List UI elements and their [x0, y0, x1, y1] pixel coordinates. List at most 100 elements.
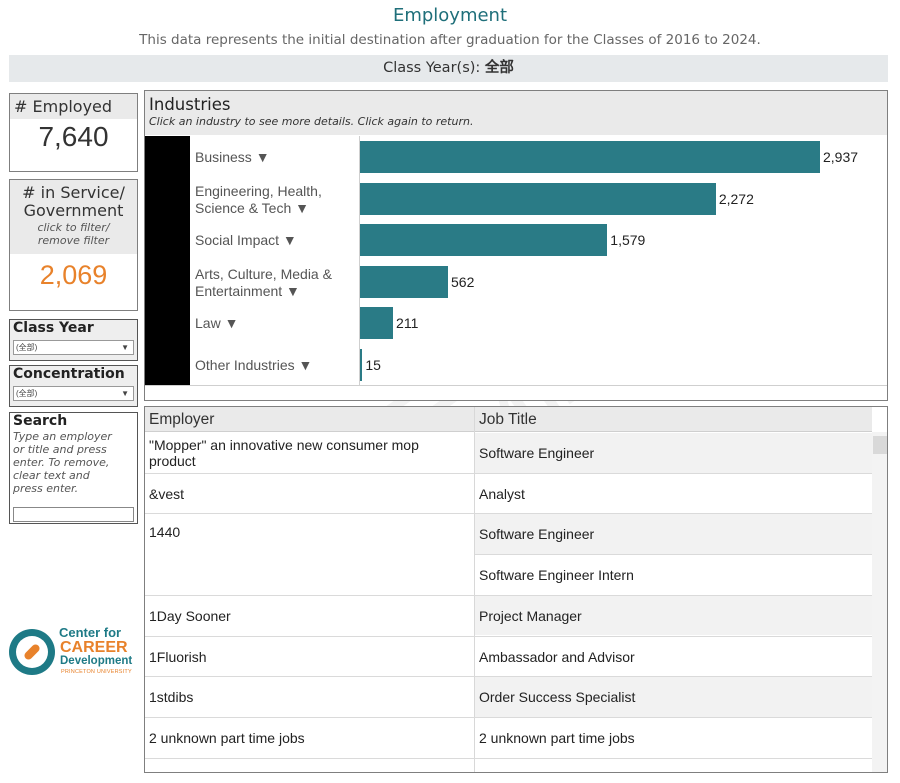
- search-hint: Type an employer or title and press ente…: [10, 430, 137, 495]
- employer-table: Employer Job Title "Mopper" an innovativ…: [144, 406, 888, 773]
- industry-bar[interactable]: [360, 224, 608, 256]
- employer-cell[interactable]: 1Day Sooner: [149, 608, 231, 624]
- industry-bar[interactable]: [360, 265, 449, 298]
- industry-label-line1: Business ▼: [195, 149, 270, 165]
- search-hint-line: press enter.: [13, 482, 79, 495]
- logo-line2: CAREER: [60, 639, 128, 656]
- industries-bottom-line: [145, 385, 887, 386]
- industry-bar-value: 15: [365, 356, 381, 373]
- concentration-select-value: (全部): [16, 389, 38, 398]
- job-title-cell[interactable]: Analyst: [479, 486, 525, 502]
- industries-hint: Click an industry to see more details. C…: [149, 115, 474, 128]
- industry-bar-value: 211: [396, 315, 419, 331]
- search-hint-line: clear text and: [13, 469, 90, 482]
- class-year-banner-label: Class Year(s):: [383, 60, 485, 76]
- industry-label-line1: Other Industries ▼: [195, 356, 313, 373]
- job-title-column-header[interactable]: Job Title: [479, 411, 537, 429]
- chevron-down-icon: ▼: [121, 389, 129, 398]
- concentration-filter-title: Concentration: [13, 366, 125, 382]
- employer-cell[interactable]: 1Fluorish: [149, 649, 207, 665]
- service-kpi-hint-line1: click to filter/: [37, 221, 110, 234]
- career-center-logo: Center for CAREER Development PRINCETON …: [9, 626, 139, 678]
- service-kpi-hint-line2: remove filter: [37, 234, 110, 247]
- industry-label[interactable]: Arts, Culture, Media & Entertainment ▼: [195, 266, 332, 300]
- scrollbar-thumb[interactable]: [873, 436, 887, 454]
- job-title-cell[interactable]: Order Success Specialist: [479, 689, 635, 705]
- employer-cell-line1: 1Fluorish: [149, 648, 207, 665]
- employed-kpi: # Employed 7,640: [9, 93, 138, 172]
- employer-cell[interactable]: 1stdibs: [149, 689, 193, 705]
- search-panel: Search Type an employer or title and pre…: [9, 412, 138, 524]
- employed-kpi-label: # Employed: [10, 94, 137, 119]
- job-title-cell[interactable]: Software Engineer: [479, 445, 594, 461]
- service-kpi-label: # in Service/ Government click to filter…: [10, 180, 137, 254]
- job-title-cell[interactable]: Software Engineer Intern: [479, 567, 634, 583]
- employer-cell[interactable]: &vest: [149, 486, 184, 502]
- table-header: Employer Job Title: [145, 407, 872, 432]
- employer-column-header[interactable]: Employer: [149, 411, 214, 429]
- industry-label-line2: Science & Tech ▼: [195, 199, 309, 216]
- search-hint-line: enter. To remove,: [13, 456, 110, 469]
- service-kpi-label-line2: Government: [23, 201, 124, 220]
- industry-label[interactable]: Business ▼: [195, 149, 270, 166]
- industry-bar[interactable]: [360, 141, 820, 173]
- service-kpi-value[interactable]: 2,069: [10, 260, 137, 291]
- job-title-cell[interactable]: Software Engineer: [479, 526, 594, 542]
- logo-line1: Center for: [59, 625, 122, 640]
- industry-label[interactable]: Other Industries ▼: [195, 357, 312, 374]
- industry-bar[interactable]: [360, 182, 716, 215]
- employed-kpi-value: 7,640: [38, 121, 109, 152]
- class-year-banner: Class Year(s): 全部: [9, 55, 888, 82]
- job-title-cell[interactable]: 2 unknown part time jobs: [479, 730, 635, 746]
- industry-bar-value: 1,579: [610, 232, 646, 248]
- employer-cell-line2: product: [149, 453, 196, 469]
- employer-cell[interactable]: 2 unknown part time jobs: [149, 730, 305, 746]
- concentration-filter: Concentration (全部) ▼: [9, 365, 138, 407]
- page-title: Employment: [392, 5, 508, 26]
- industries-title: Industries: [149, 95, 231, 114]
- compass-icon: [9, 629, 55, 675]
- class-year-select-value: (全部): [16, 343, 38, 352]
- concentration-select[interactable]: (全部) ▼: [13, 386, 134, 401]
- class-year-select[interactable]: (全部) ▼: [13, 340, 134, 355]
- row-divider: [145, 757, 872, 759]
- industries-side-strip: [145, 136, 190, 385]
- industry-label-line1: Social Impact ▼: [195, 232, 297, 248]
- employer-cell-line1: 1stdibs: [149, 689, 194, 706]
- employer-cell-line1: 1440: [149, 524, 181, 541]
- industry-label-line1: Arts, Culture, Media &: [195, 265, 332, 282]
- industry-bar[interactable]: [360, 307, 394, 339]
- employer-cell[interactable]: "Mopper" an innovative new consumer mop p…: [149, 437, 419, 469]
- logo-line4: PRINCETON UNIVERSITY: [61, 669, 132, 675]
- industry-bar[interactable]: [360, 348, 363, 381]
- industries-header: Industries Click an industry to see more…: [145, 91, 887, 135]
- industry-bar-value: 2,937: [823, 149, 859, 165]
- industry-label[interactable]: Social Impact ▼: [195, 232, 297, 249]
- employer-cell-line1: 1Day Sooner: [149, 607, 231, 624]
- industry-label[interactable]: Law ▼: [195, 315, 238, 332]
- industry-label[interactable]: Engineering, Health, Science & Tech ▼: [195, 183, 322, 217]
- industry-label-line2: Entertainment ▼: [195, 282, 300, 299]
- job-title-cell[interactable]: Project Manager: [479, 608, 582, 624]
- class-year-filter-title: Class Year: [13, 320, 94, 336]
- job-title-cell[interactable]: Ambassador and Advisor: [479, 649, 635, 665]
- search-input[interactable]: [13, 507, 134, 522]
- industry-bar-value: 562: [451, 273, 475, 290]
- search-hint-line: Type an employer: [13, 430, 112, 443]
- search-hint-line: or title and press: [13, 443, 107, 456]
- search-title: Search: [13, 413, 68, 429]
- employer-cell-line1: 2 unknown part time jobs: [149, 729, 305, 746]
- job-cell-background: [475, 473, 872, 514]
- table-scrollbar[interactable]: [872, 432, 887, 772]
- class-year-filter: Class Year (全部) ▼: [9, 319, 138, 361]
- page-subtitle: This data represents the initial destina…: [139, 32, 761, 48]
- employer-cell[interactable]: 1440: [149, 524, 180, 540]
- employer-cell-line1: &vest: [149, 485, 185, 502]
- service-kpi[interactable]: # in Service/ Government click to filter…: [9, 179, 138, 311]
- industries-panel: Industries Click an industry to see more…: [144, 90, 888, 401]
- employer-cell-line1: "Mopper" an innovative new consumer mop: [149, 437, 419, 453]
- service-kpi-hint: click to filter/remove filter: [10, 221, 137, 247]
- industry-label-line1: Law ▼: [195, 315, 239, 331]
- industry-label-line1: Engineering, Health,: [195, 182, 322, 199]
- class-year-banner-value: 全部: [484, 60, 514, 76]
